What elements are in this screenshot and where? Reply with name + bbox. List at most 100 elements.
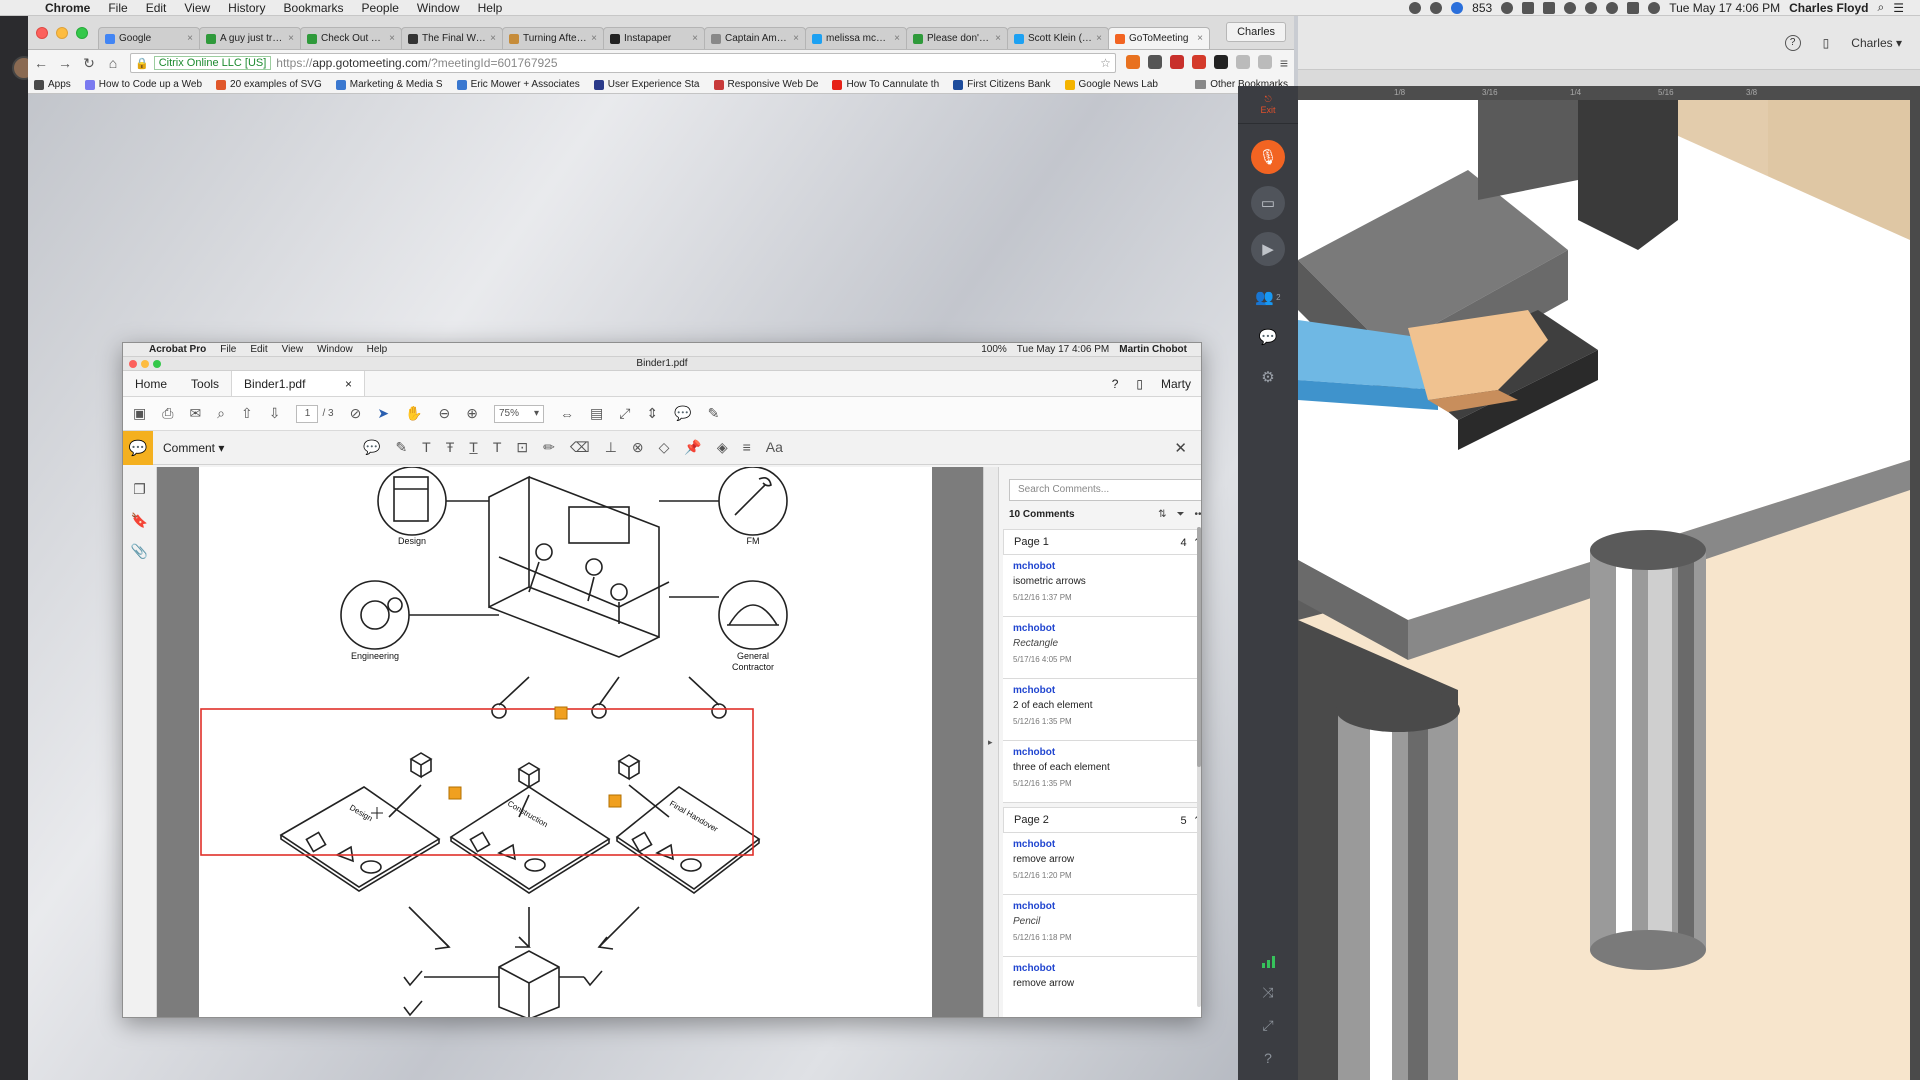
chat-button[interactable]: 💬 xyxy=(1259,328,1278,346)
bookmark-item[interactable]: Apps xyxy=(34,79,71,90)
settings-button[interactable]: ⚙ xyxy=(1261,368,1274,386)
bluetooth-icon[interactable] xyxy=(1585,1,1598,14)
ev-certificate-badge[interactable]: Citrix Online LLC [US] xyxy=(153,56,272,70)
gmail-icon[interactable] xyxy=(1169,55,1184,69)
insert-text-icon: T xyxy=(492,439,502,455)
menu-view[interactable]: View xyxy=(175,1,219,15)
close-tab-icon[interactable]: × xyxy=(894,33,900,44)
extension-icon-2[interactable] xyxy=(1235,55,1250,69)
comment-text: 2 of each element xyxy=(1013,700,1093,711)
browser-tab[interactable]: Turning After Effects × xyxy=(502,27,604,49)
creative-cloud-icon[interactable] xyxy=(1501,1,1514,14)
extension-icon[interactable] xyxy=(1125,55,1140,69)
instapaper-icon[interactable] xyxy=(1213,55,1228,69)
close-tab-icon[interactable]: × xyxy=(692,33,698,44)
bookmark-item[interactable]: User Experience Sta xyxy=(593,79,700,90)
menu-window[interactable]: Window xyxy=(408,1,469,15)
battery-icon[interactable] xyxy=(1627,1,1640,14)
wifi-icon[interactable] xyxy=(1606,1,1619,14)
help-icon[interactable]: ? xyxy=(1784,34,1801,51)
microphone-button[interactable]: 🎙 xyxy=(1251,140,1285,174)
sync-icon[interactable] xyxy=(1430,1,1443,14)
minimize-window-button[interactable] xyxy=(56,27,68,39)
evernote-icon[interactable] xyxy=(1543,1,1556,14)
attach-icon: ⊗ xyxy=(631,439,644,455)
menu-history[interactable]: History xyxy=(219,1,274,15)
screen-share-button[interactable]: ▭ xyxy=(1251,186,1285,220)
document-icon[interactable]: ▯ xyxy=(1823,36,1830,50)
tab-document-label: Binder1.pdf xyxy=(244,376,306,391)
browser-tab[interactable]: Captain America × xyxy=(704,27,806,49)
close-tab-icon[interactable]: × xyxy=(995,33,1001,44)
menubar-user[interactable]: Charles Floyd xyxy=(1789,1,1868,15)
browser-tab[interactable]: Scott Klein (@kleinmatic)× xyxy=(1007,27,1109,49)
address-bar[interactable]: 🔒 Citrix Online LLC [US] https://app.got… xyxy=(130,53,1116,73)
menu-app-name[interactable]: Chrome xyxy=(36,1,99,15)
bookmark-item[interactable]: 20 examples of SVG xyxy=(216,79,322,90)
dropbox-icon[interactable] xyxy=(1522,1,1535,14)
close-tab-icon[interactable]: × xyxy=(591,33,597,44)
menu-people[interactable]: People xyxy=(353,1,408,15)
group-label: Page 1 xyxy=(1014,536,1049,548)
bookmark-item[interactable]: Google News Lab xyxy=(1064,79,1158,90)
close-window-button[interactable] xyxy=(36,27,48,39)
spotlight-icon[interactable]: ⌕ xyxy=(1878,0,1885,15)
bookmark-item[interactable]: How to Code up a Web xyxy=(84,79,202,90)
bookmark-item[interactable]: Eric Mower + Associates xyxy=(456,79,580,90)
close-tab-icon[interactable]: × xyxy=(490,33,496,44)
home-icon[interactable]: ⌂ xyxy=(106,55,120,71)
vertical-scrollbar[interactable] xyxy=(1910,86,1920,1080)
close-tab-icon[interactable]: × xyxy=(288,33,294,44)
menu-edit[interactable]: Edit xyxy=(137,1,176,15)
bookmarks-bar: Apps How to Code up a Web 20 examples of S… xyxy=(28,76,1294,94)
status-icon[interactable] xyxy=(1409,1,1422,14)
navigation-pane: ❐ 🔖 📎 xyxy=(123,467,157,1017)
expand-icon[interactable]: ⤢ xyxy=(1262,1017,1273,1034)
menu-icon[interactable]: ≡ xyxy=(1280,55,1288,71)
notification-center-icon[interactable]: ☰ xyxy=(1893,1,1904,15)
browser-tab[interactable]: melissa mcewen × xyxy=(805,27,907,49)
browser-tab[interactable]: The Final Word × xyxy=(401,27,503,49)
time-machine-icon[interactable] xyxy=(1564,1,1577,14)
exit-button[interactable]: ⎋ Exit xyxy=(1238,86,1298,124)
close-tab-icon[interactable]: × xyxy=(1096,33,1102,44)
browser-tab[interactable]: Instapaper × xyxy=(603,27,705,49)
menu-help[interactable]: Help xyxy=(469,1,512,15)
tab-label: Scott Klein (@kleinmatic) xyxy=(1028,33,1093,44)
bookmark-item[interactable]: Responsive Web De xyxy=(713,79,818,90)
notification-icon[interactable] xyxy=(1451,1,1464,14)
pocket-icon[interactable] xyxy=(1147,55,1162,69)
browser-tab[interactable]: GoToMeeting × xyxy=(1108,27,1210,49)
bookmark-item[interactable]: Marketing & Media S xyxy=(335,79,443,90)
forward-arrow-icon[interactable]: → xyxy=(58,55,72,71)
menu-file[interactable]: File xyxy=(99,1,136,15)
bookmark-item[interactable]: First Citizens Bank xyxy=(953,79,1051,90)
profile-button[interactable]: Charles xyxy=(1226,22,1286,42)
attendees-button[interactable]: 👥 2 xyxy=(1255,288,1280,306)
extension-icon-3[interactable] xyxy=(1257,55,1272,69)
close-tab-icon[interactable]: × xyxy=(389,33,395,44)
browser-tab[interactable]: A guy just transformed × xyxy=(199,27,301,49)
zoom-window-button[interactable] xyxy=(76,27,88,39)
illustration-app-window: ? ▯ Charles ▾ 1/8 3/16 1/4 5/16 3/8 xyxy=(1298,16,1920,1080)
reload-icon[interactable]: ↻ xyxy=(82,55,96,72)
close-tab-icon[interactable]: × xyxy=(187,33,193,44)
browser-tab[interactable]: Check Out These × xyxy=(300,27,402,49)
close-tab-icon[interactable]: × xyxy=(1197,33,1203,44)
page-thumbnails-icon: ❐ xyxy=(133,481,146,497)
bookmark-item[interactable]: How To Cannulate th xyxy=(832,79,939,90)
close-tab-icon[interactable]: × xyxy=(793,33,799,44)
webcam-button[interactable]: ▶ xyxy=(1251,232,1285,266)
help-icon[interactable]: ? xyxy=(1264,1050,1272,1066)
menubar-datetime[interactable]: Tue May 17 4:06 PM xyxy=(1669,1,1780,15)
profile-label[interactable]: Charles ▾ xyxy=(1851,36,1902,50)
opera-icon[interactable] xyxy=(1191,55,1206,69)
bookmark-star-icon[interactable]: ☆ xyxy=(1100,56,1111,70)
browser-tab[interactable]: Google × xyxy=(98,27,200,49)
menu-bookmarks[interactable]: Bookmarks xyxy=(275,1,353,15)
favicon-icon xyxy=(408,33,418,44)
back-arrow-icon[interactable]: ← xyxy=(34,55,48,71)
browser-tab[interactable]: Please don't let × xyxy=(906,27,1008,49)
volume-icon[interactable] xyxy=(1648,1,1661,14)
shuffle-icon[interactable]: ⤨ xyxy=(1262,984,1273,1001)
